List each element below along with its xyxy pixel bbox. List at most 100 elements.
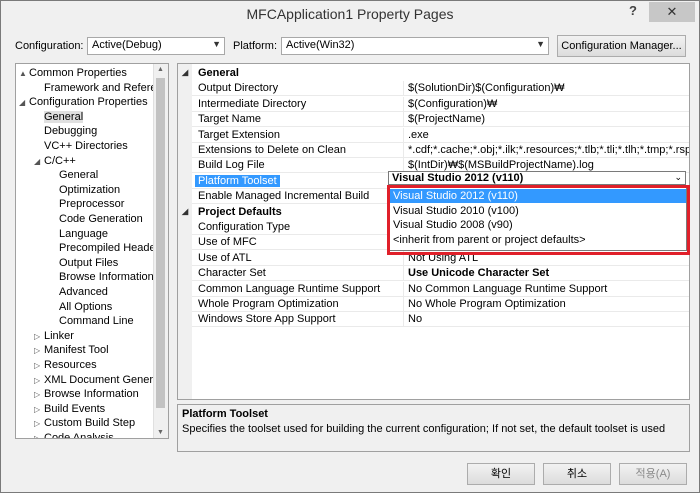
property-value[interactable]: $(IntDir)₩$(MSBuildProjectName).log <box>408 159 594 171</box>
tree-item[interactable]: Advanced <box>49 285 108 299</box>
help-button[interactable]: ? <box>629 3 637 18</box>
chevron-down-icon: ▼ <box>536 39 545 49</box>
tree-item-label: Browse Information <box>59 271 154 284</box>
highlight-box <box>387 185 690 255</box>
scroll-down-icon[interactable]: ▼ <box>157 429 164 436</box>
expand-toggle-icon[interactable]: ▷ <box>34 403 44 417</box>
column-divider <box>403 266 404 282</box>
category-general[interactable]: ◢ General <box>178 66 689 81</box>
scroll-up-icon[interactable]: ▲ <box>157 66 164 73</box>
configuration-manager-button[interactable]: Configuration Manager... <box>557 35 686 57</box>
expand-toggle-icon[interactable]: ▷ <box>34 417 44 431</box>
tree-item[interactable]: ◢ C/C++ <box>34 154 76 168</box>
tree-item-label: Custom Build Step <box>44 417 136 430</box>
tree-scrollbar[interactable]: ▲ ▼ <box>153 64 168 438</box>
column-divider <box>403 81 404 97</box>
tree-item[interactable]: All Options <box>49 300 112 314</box>
property-row[interactable]: Output Directory $(SolutionDir)$(Configur… <box>192 81 689 97</box>
property-value[interactable]: No Whole Program Optimization <box>408 298 566 310</box>
platform-dropdown[interactable]: Active(Win32) ▼ <box>281 37 549 55</box>
expand-toggle-icon[interactable]: ◢ <box>34 155 44 169</box>
cancel-button[interactable]: 취소 <box>543 463 611 485</box>
expand-toggle-icon[interactable]: ▲ <box>19 67 29 81</box>
collapse-toggle-icon[interactable]: ◢ <box>182 207 188 216</box>
property-tree: ▲ Common Properties Framework and Referenc… <box>15 63 169 439</box>
tree-item[interactable]: ▷ Resources <box>34 358 97 372</box>
property-row[interactable]: Windows Store App Support No <box>192 312 689 328</box>
title-bar: MFCApplication1 Property Pages ? ✕ <box>1 1 699 29</box>
property-name: Whole Program Optimization <box>198 298 339 310</box>
category-label: General <box>198 67 239 79</box>
tree-item[interactable]: Preprocessor <box>49 197 124 211</box>
property-name: Platform Toolset <box>195 174 280 187</box>
property-row[interactable]: Intermediate Directory $(Configuration)₩ <box>192 96 689 112</box>
expand-toggle-icon[interactable]: ▷ <box>34 388 44 402</box>
configuration-dropdown[interactable]: Active(Debug) ▼ <box>87 37 225 55</box>
expand-toggle-icon[interactable]: ▷ <box>34 330 44 344</box>
property-row[interactable]: Common Language Runtime Support No Common… <box>192 281 689 297</box>
tree-item-label: VC++ Directories <box>44 140 128 152</box>
grid-gutter <box>178 64 192 399</box>
tree-item[interactable]: ◢ Configuration Properties <box>19 95 148 109</box>
tree-item-label: Code Generation <box>59 213 143 225</box>
property-row[interactable]: Target Name $(ProjectName) <box>192 112 689 128</box>
property-name: Character Set <box>198 267 266 280</box>
platform-label: Platform: <box>233 40 278 52</box>
tree-item[interactable]: ▷ Build Events <box>34 402 105 416</box>
tree-item[interactable]: Output Files <box>49 256 118 270</box>
tree-item[interactable]: General <box>49 168 98 182</box>
tree-item[interactable]: ▷ Linker <box>34 329 74 343</box>
expand-toggle-icon[interactable]: ▷ <box>34 344 44 358</box>
collapse-toggle-icon[interactable]: ◢ <box>182 68 188 77</box>
property-value[interactable]: No Common Language Runtime Support <box>408 283 607 295</box>
close-button[interactable]: ✕ <box>649 2 695 22</box>
tree-item[interactable]: Optimization <box>49 183 120 197</box>
property-row[interactable]: Target Extension .exe <box>192 127 689 143</box>
apply-button[interactable]: 적용(A) <box>619 463 687 485</box>
expand-toggle-icon[interactable]: ▷ <box>34 359 44 373</box>
tree-item[interactable]: Precompiled Headers <box>49 241 165 255</box>
tree-item[interactable]: ▷ Browse Information <box>34 387 139 401</box>
property-name: Build Log File <box>198 159 265 172</box>
property-value[interactable]: .exe <box>408 129 429 141</box>
tree-item[interactable]: Browse Information <box>49 270 154 284</box>
tree-item-label: Debugging <box>44 125 98 138</box>
tree-item-label: Precompiled Headers <box>59 242 165 255</box>
property-value[interactable]: Use Unicode Character Set <box>408 267 549 279</box>
property-row[interactable]: Whole Program Optimization No Whole Progr… <box>192 297 689 312</box>
property-value[interactable]: $(ProjectName) <box>408 113 485 125</box>
tree-item-label: All Options <box>59 300 113 313</box>
property-value[interactable]: $(SolutionDir)$(Configuration)₩ <box>408 82 565 94</box>
property-value[interactable]: *.cdf;*.cache;*.obj;*.ilk;*.resources;*.… <box>408 144 689 156</box>
window-title: MFCApplication1 Property Pages <box>246 6 454 22</box>
tree-item[interactable]: ▷ Custom Build Step <box>34 416 135 430</box>
expand-toggle-icon[interactable]: ▷ <box>34 432 44 438</box>
tree-item[interactable]: ▲ Common Properties <box>19 66 127 80</box>
configuration-label: Configuration: <box>15 40 84 52</box>
tree-item[interactable]: Command Line <box>49 314 134 328</box>
property-value[interactable]: No <box>408 313 422 325</box>
property-name: Target Extension <box>198 128 280 141</box>
tree-item[interactable]: General <box>34 110 84 124</box>
tree-item[interactable]: ▷ XML Document Generator <box>34 373 168 388</box>
tree-item[interactable]: Debugging <box>34 124 97 138</box>
tree-item[interactable]: Framework and References <box>34 81 168 95</box>
property-name: Intermediate Directory <box>198 97 307 110</box>
tree-item-label: Browse Information <box>44 388 139 401</box>
tree-item[interactable]: ▷ Manifest Tool <box>34 343 109 357</box>
expand-toggle-icon[interactable]: ◢ <box>19 96 29 110</box>
property-name: Windows Store App Support <box>198 313 336 326</box>
tree-item[interactable]: VC++ Directories <box>34 139 128 153</box>
property-row[interactable]: Character Set Use Unicode Character Set <box>192 266 689 282</box>
property-row[interactable]: Extensions to Delete on Clean *.cdf;*.cac… <box>192 143 689 158</box>
ok-button[interactable]: 확인 <box>467 463 535 485</box>
tree-item[interactable]: ▷ Code Analysis <box>34 431 114 438</box>
platform-toolset-value-box[interactable]: Visual Studio 2012 (v110) ⌄ <box>388 171 686 185</box>
tree-item[interactable]: Code Generation <box>49 212 143 226</box>
tree-item[interactable]: Language <box>49 227 108 241</box>
tree-item-label: Command Line <box>59 315 134 328</box>
scroll-thumb[interactable] <box>156 78 165 408</box>
tree-item-label: Common Properties <box>29 67 127 79</box>
property-value[interactable]: $(Configuration)₩ <box>408 98 497 110</box>
expand-toggle-icon[interactable]: ▷ <box>34 374 44 388</box>
